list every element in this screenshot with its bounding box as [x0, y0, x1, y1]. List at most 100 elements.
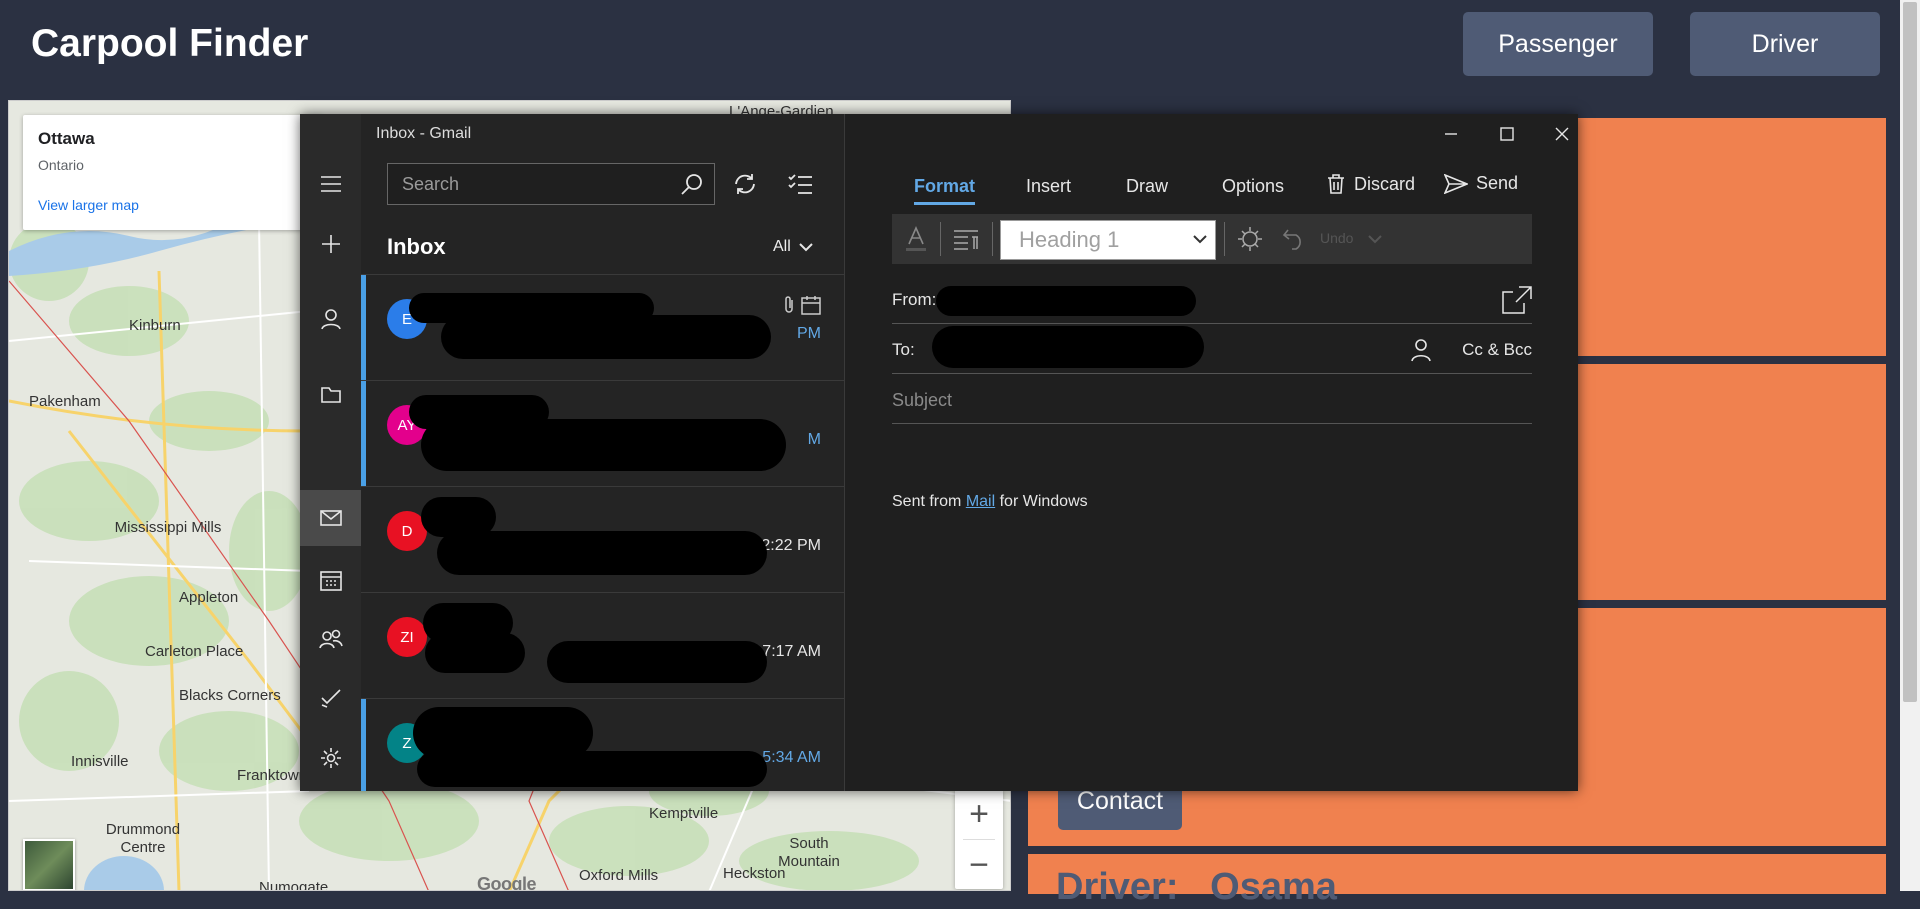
view-larger-map-link[interactable]: View larger map	[38, 197, 139, 213]
settings-gear-icon[interactable]	[300, 730, 361, 786]
close-icon[interactable]	[1534, 114, 1578, 154]
message-item[interactable]: D 2:22 PM	[361, 486, 845, 592]
app-header: Carpool Finder Passenger Driver	[0, 0, 1900, 96]
map-zoom-controls: + −	[955, 789, 1003, 889]
subject-field[interactable]: Subject	[892, 390, 952, 411]
paragraph-format-icon[interactable]	[948, 222, 984, 256]
map-label: Kemptville	[649, 805, 719, 822]
page-scrollbar[interactable]	[1900, 0, 1920, 891]
heading-style-value: Heading 1	[1019, 227, 1120, 252]
toolbar-separator	[940, 222, 941, 256]
new-mail-icon[interactable]	[300, 216, 361, 272]
minimize-icon[interactable]	[1423, 114, 1479, 154]
avatar: ZI	[387, 617, 427, 657]
tab-options[interactable]: Options	[1222, 176, 1284, 197]
undo-label: Undo	[1320, 230, 1354, 246]
map-label: Numogate	[259, 879, 329, 891]
toolbar-separator	[1224, 222, 1225, 256]
zoom-in-button[interactable]: +	[955, 789, 1003, 839]
map-label: Drummond Centre	[105, 821, 181, 856]
place-region: Ontario	[38, 157, 84, 173]
map-label: Innisville	[71, 753, 129, 770]
redaction	[932, 326, 1204, 368]
tab-insert[interactable]: Insert	[1026, 176, 1071, 197]
signature[interactable]: Sent from Mail for Windows	[892, 493, 1088, 511]
message-item[interactable]: Z 5:34 AM	[361, 698, 845, 791]
message-item[interactable]: AY M	[361, 380, 845, 487]
folder-title: Inbox	[387, 234, 446, 259]
passenger-button[interactable]: Passenger	[1463, 12, 1653, 76]
compose-pane: Format Insert Draw Options Discard Send …	[846, 114, 1578, 791]
google-logo: Google	[477, 874, 537, 891]
people-icon[interactable]	[300, 611, 361, 667]
send-label: Send	[1476, 173, 1519, 193]
message-time: 5:34 AM	[762, 749, 821, 766]
maximize-icon[interactable]	[1479, 114, 1535, 154]
driver-name-heading: Driver: Osama	[1056, 866, 1337, 908]
discard-label: Discard	[1354, 173, 1416, 194]
search-input[interactable]	[388, 164, 668, 204]
contact-picker-icon[interactable]	[1410, 338, 1432, 362]
heading-style-select[interactable]: Heading 1	[1000, 220, 1216, 260]
message-item[interactable]: E PM	[361, 274, 845, 381]
chevron-down-icon[interactable]	[1368, 234, 1382, 244]
redaction	[936, 286, 1196, 316]
styles-icon[interactable]	[1232, 222, 1268, 256]
from-row[interactable]: From:	[892, 274, 1532, 324]
map-label: Heckston	[723, 865, 786, 882]
subject-row[interactable]: Subject	[892, 374, 1532, 424]
tab-draw[interactable]: Draw	[1126, 176, 1168, 197]
format-toolbar: Heading 1 Undo	[892, 214, 1532, 264]
attachment-icon	[785, 296, 793, 313]
message-time: PM	[797, 325, 821, 342]
app-title: Carpool Finder	[31, 22, 309, 65]
calendar-event-icon	[801, 296, 821, 315]
pop-out-icon[interactable]	[1502, 286, 1532, 314]
message-item[interactable]: ZI 7:17 AM	[361, 592, 845, 698]
search-box[interactable]	[387, 163, 715, 205]
message-time: 2:22 PM	[761, 537, 821, 554]
discard-button[interactable]: Discard	[1326, 173, 1415, 195]
scrollbar-thumb[interactable]	[1903, 2, 1917, 702]
send-button[interactable]: Send	[1444, 173, 1518, 194]
tab-format[interactable]: Format	[914, 176, 976, 205]
cc-bcc-button[interactable]: Cc & Bcc	[1462, 340, 1532, 360]
search-icon[interactable]	[680, 172, 704, 196]
hamburger-menu-icon[interactable]	[300, 156, 361, 212]
redaction	[421, 419, 786, 471]
selection-mode-icon[interactable]	[784, 167, 818, 201]
window-title: Inbox - Gmail	[376, 125, 472, 142]
mail-nav-rail	[300, 114, 361, 791]
map-label: Appleton	[179, 589, 239, 606]
driver-card: Driver: Osama	[1028, 854, 1886, 908]
map-label: Kinburn	[129, 317, 181, 334]
to-label: To:	[892, 340, 915, 359]
filter-label: All	[773, 238, 791, 255]
zoom-out-button[interactable]: −	[955, 840, 1003, 890]
driver-button[interactable]: Driver	[1690, 12, 1880, 76]
place-name: Ottawa	[38, 129, 95, 148]
mail-link[interactable]: Mail	[966, 493, 995, 510]
calendar-icon[interactable]	[300, 552, 361, 608]
chevron-down-icon	[1193, 235, 1207, 244]
map-label: Mississippi Mills	[114, 519, 222, 536]
from-label: From:	[892, 290, 937, 309]
map-place-card: Ottawa Ontario View larger map	[23, 115, 323, 230]
message-list-pane: Inbox - Gmail Inbox All E PM AY M	[361, 114, 845, 791]
signature-prefix: Sent from	[892, 493, 966, 510]
message-time: M	[807, 431, 821, 448]
redaction	[547, 641, 767, 683]
todo-icon[interactable]	[300, 670, 361, 726]
satellite-toggle[interactable]	[23, 839, 75, 890]
sync-icon[interactable]	[728, 167, 762, 201]
font-color-icon[interactable]	[898, 222, 934, 256]
filter-dropdown[interactable]: All	[773, 238, 813, 256]
folders-icon[interactable]	[300, 366, 361, 422]
chevron-down-icon	[799, 243, 813, 252]
to-row[interactable]: To: Cc & Bcc	[892, 324, 1532, 374]
mail-icon[interactable]	[300, 490, 361, 546]
accounts-icon[interactable]	[300, 291, 361, 347]
toolbar-separator	[992, 222, 993, 256]
signature-suffix: for Windows	[995, 493, 1088, 510]
undo-icon[interactable]	[1276, 222, 1312, 256]
